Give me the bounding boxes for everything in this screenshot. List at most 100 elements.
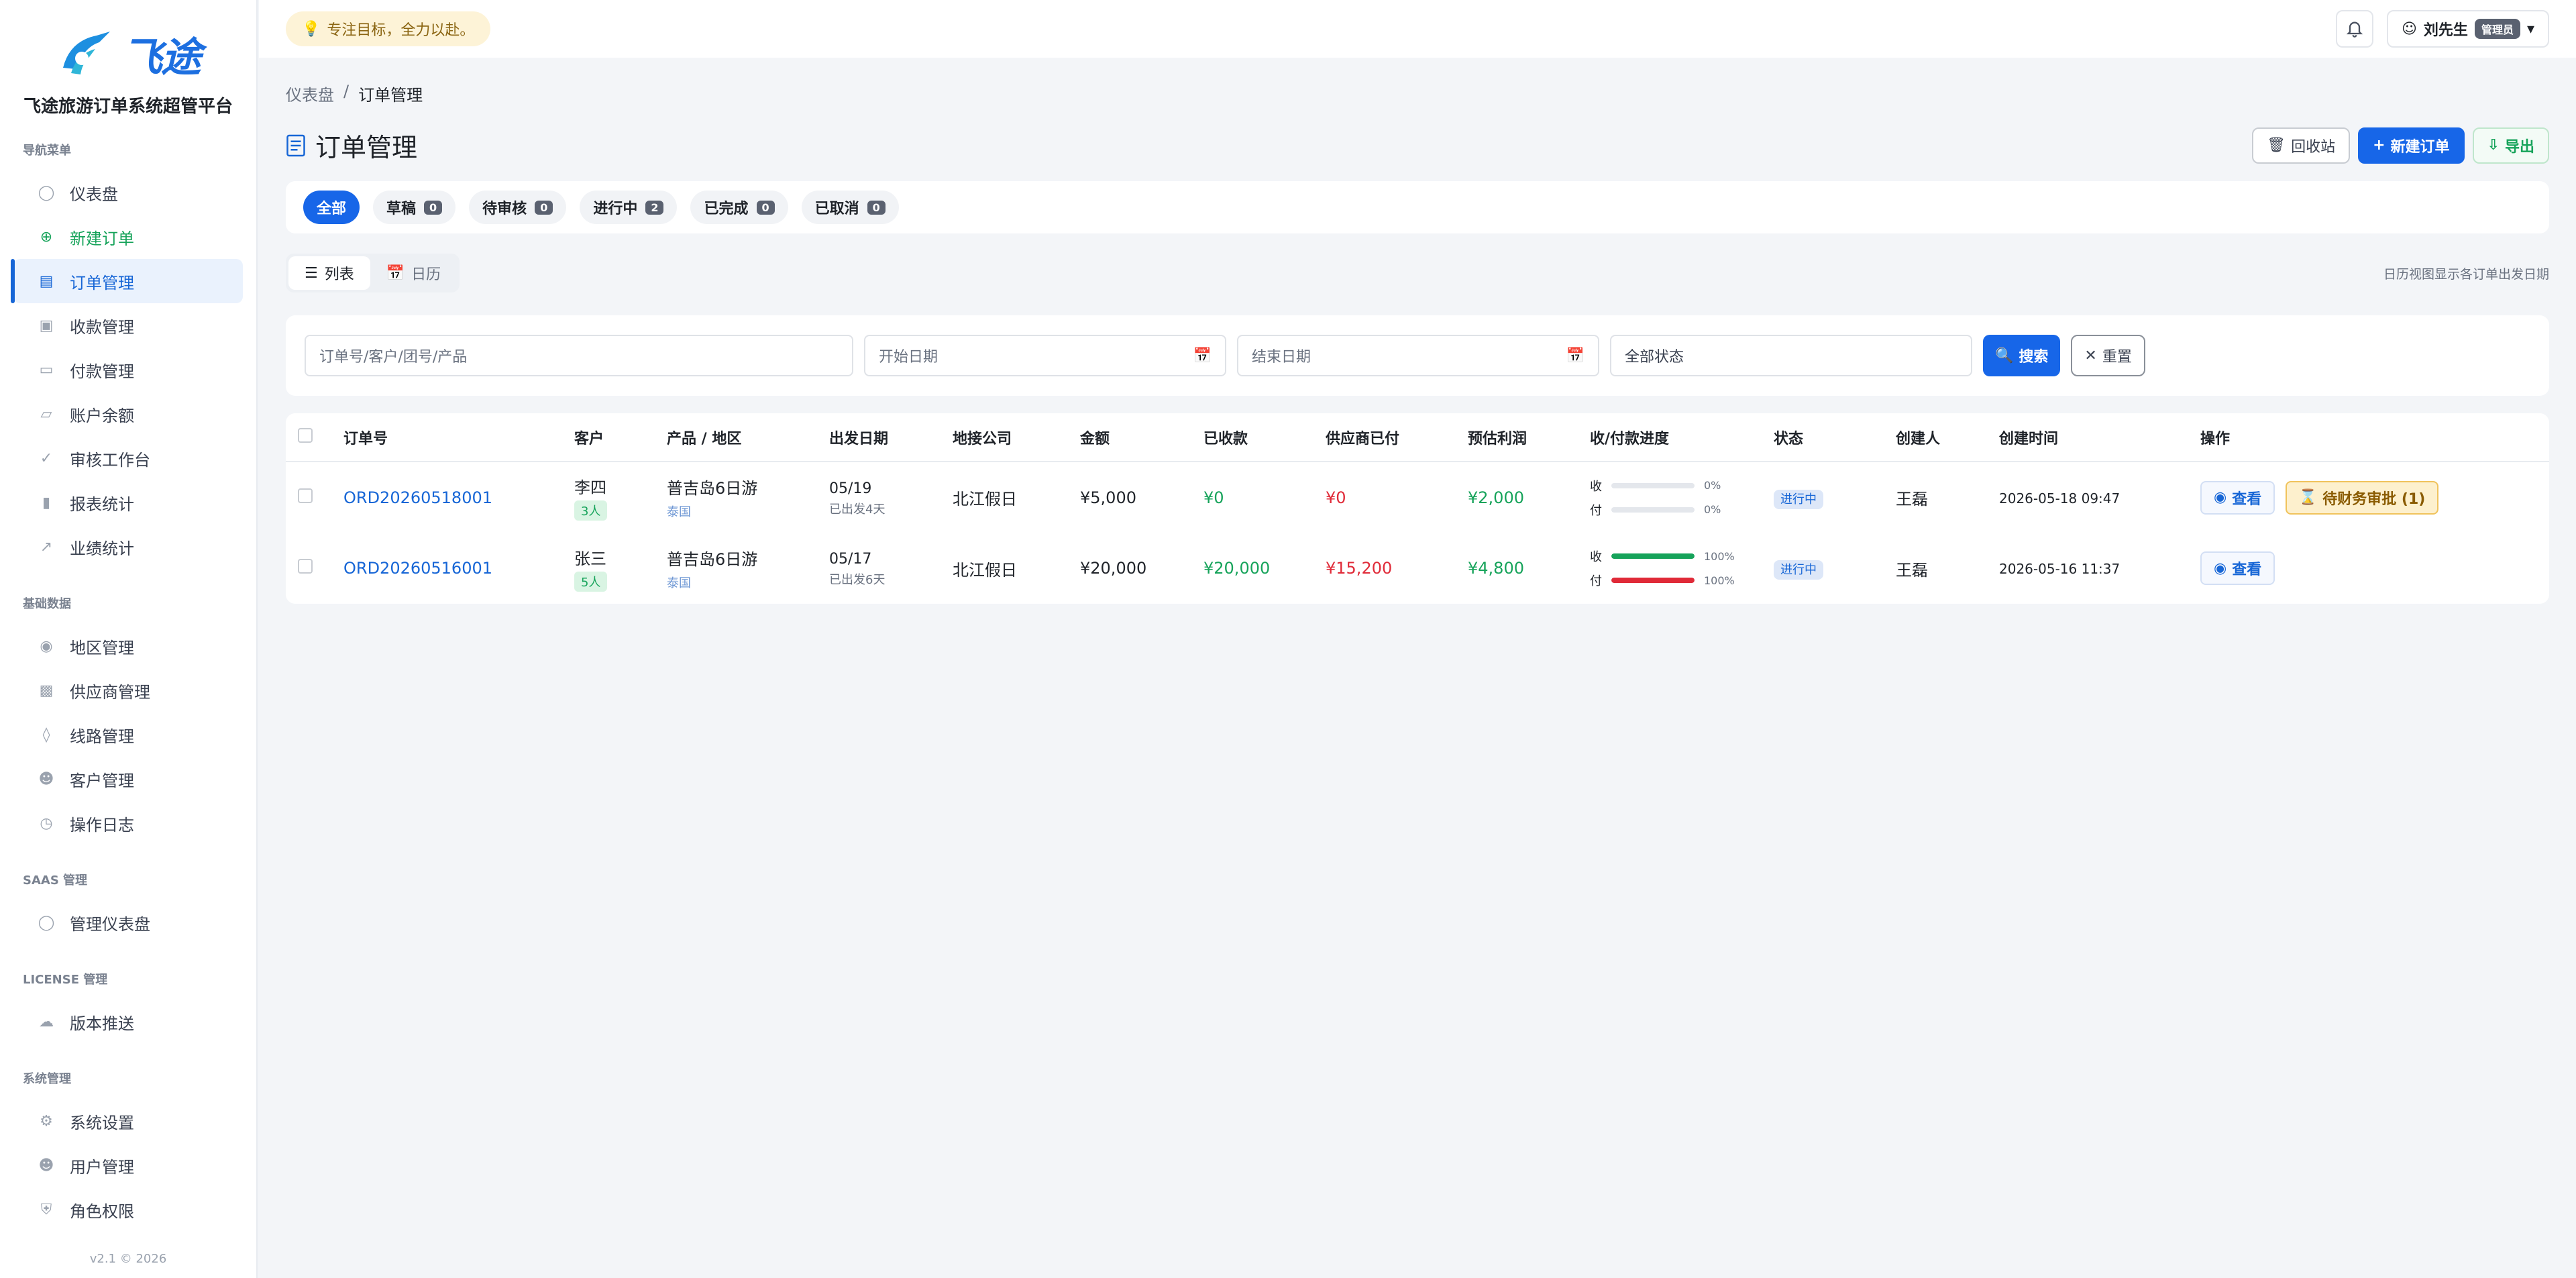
sidebar-item[interactable]: ▩ 供应商管理 <box>13 668 243 712</box>
logo-text: 飞途 <box>122 34 201 81</box>
platform-name: 飞途旅游订单系统超管平台 <box>23 96 233 117</box>
sidebar-item-label: 报表统计 <box>70 494 134 514</box>
topbar: 💡 专注目标，全力以赴。 ☺ 刘先生 管理员 ▾ <box>259 0 2576 58</box>
sidebar-item-label: 客户管理 <box>70 771 134 790</box>
status-tab[interactable]: 草稿 0 <box>373 191 456 224</box>
depart-note: 已出发4天 <box>829 502 885 517</box>
creator-name: 王磊 <box>1896 490 1928 509</box>
reset-button[interactable]: ✕ 重置 <box>2071 335 2145 376</box>
sidebar-item[interactable]: ◊ 线路管理 <box>13 712 243 757</box>
sidebar-item[interactable]: ▣ 收款管理 <box>13 303 243 348</box>
status-tab[interactable]: 已完成 0 <box>690 191 788 224</box>
sidebar-item-label: 管理仪表盘 <box>70 914 150 934</box>
pending-finance-approval-button[interactable]: ⌛ 待财务审批 (1) <box>2285 480 2439 515</box>
sidebar-item[interactable]: ✓ 审核工作台 <box>13 436 243 480</box>
sidebar-item[interactable]: ↗ 业绩统计 <box>13 525 243 569</box>
view-order-button[interactable]: ◉ 查看 <box>2200 480 2275 515</box>
order-no-link[interactable]: ORD20260516001 <box>343 559 492 578</box>
sidebar-item[interactable]: ▮ 报表统计 <box>13 480 243 525</box>
pay-progress-bar <box>1611 507 1695 513</box>
sidebar-item[interactable]: ◉ 地区管理 <box>13 624 243 668</box>
creator-name: 王磊 <box>1896 560 1928 580</box>
sidebar-item[interactable]: ▱ 账户余额 <box>13 392 243 436</box>
sidebar-item-label: 版本推送 <box>70 1014 134 1033</box>
bar-chart-icon: ▮ <box>42 494 51 511</box>
sidebar-item[interactable]: ▤ 订单管理 <box>11 259 243 303</box>
pay-progress-bar <box>1611 578 1695 583</box>
start-date-input[interactable]: 开始日期 📅 <box>864 335 1226 376</box>
status-tab[interactable]: 进行中 2 <box>580 191 678 224</box>
sidebar-item[interactable]: ☻ 用户管理 <box>13 1143 243 1187</box>
hourglass-icon: ⌛ <box>2298 489 2318 506</box>
nav-section-label: 系统管理 <box>23 1072 71 1086</box>
pay-percent: 0% <box>1704 503 1721 516</box>
sidebar-item[interactable]: ☻ 客户管理 <box>13 757 243 801</box>
recycle-bin-button[interactable]: 🗑 回收站 <box>2252 127 2351 164</box>
table-row: ORD20260516001 张三 5人 普吉岛6日游 泰国 05/17 已出发… <box>286 533 2549 604</box>
list-view-button[interactable]: ☰ 列表 <box>288 256 370 290</box>
agency-name: 北江假日 <box>953 490 1017 509</box>
view-order-button[interactable]: ◉ 查看 <box>2200 551 2275 585</box>
col-actions: 操作 <box>2200 413 2549 462</box>
sidebar-item[interactable]: ◷ 操作日志 <box>13 801 243 845</box>
supplier-paid-value: ¥0 <box>1326 488 1346 507</box>
view-label: 查看 <box>2232 562 2262 578</box>
orders-table: 订单号 客户 产品 / 地区 出发日期 地接公司 金额 已收款 供应商已付 预估… <box>286 413 2549 604</box>
sidebar-item[interactable]: ◯ 仪表盘 <box>13 170 243 215</box>
sidebar-item[interactable]: ⚙ 系统设置 <box>13 1099 243 1143</box>
status-tab-label: 待审核 <box>482 201 527 217</box>
gear-icon: ⚙ <box>40 1112 53 1130</box>
status-select[interactable]: 全部状态 <box>1610 335 1972 376</box>
select-all-checkbox[interactable] <box>298 427 313 443</box>
sidebar-item[interactable]: ⛨ 角色权限 <box>13 1187 243 1232</box>
reset-label: 重置 <box>2102 349 2132 366</box>
sidebar-item[interactable]: ▭ 付款管理 <box>13 348 243 392</box>
row-checkbox[interactable] <box>298 488 313 503</box>
keyword-search-input[interactable]: 订单号/客户/团号/产品 <box>305 335 853 376</box>
end-date-placeholder: 结束日期 <box>1252 349 1311 366</box>
folder-icon: ▱ <box>40 405 52 423</box>
status-tab-count: 0 <box>867 200 885 215</box>
eye-icon: ◉ <box>2214 489 2227 506</box>
pay-percent: 100% <box>1704 574 1735 587</box>
version-footer: v2.1 © 2026 <box>89 1252 167 1266</box>
new-order-button[interactable]: + 新建订单 <box>2358 127 2465 164</box>
logo[interactable]: 飞途 <box>56 24 201 85</box>
list-icon: ☰ <box>305 264 318 282</box>
sidebar-item-label: 账户余额 <box>70 406 134 425</box>
order-no-link[interactable]: ORD20260518001 <box>343 488 492 507</box>
calendar-icon: 📅 <box>1566 347 1585 364</box>
breadcrumb-home[interactable]: 仪表盘 <box>286 82 334 105</box>
nav-section-label: 基础数据 <box>23 597 71 611</box>
receive-progress-row: 收 100% <box>1590 547 1774 565</box>
page-actions: 🗑 回收站 + 新建订单 ⇩ 导出 <box>2252 127 2549 164</box>
user-menu-button[interactable]: ☺ 刘先生 管理员 ▾ <box>2386 10 2549 48</box>
profit-value: ¥4,800 <box>1468 559 1524 578</box>
breadcrumb: 仪表盘 / 订单管理 <box>286 82 2549 105</box>
sidebar-item[interactable]: ⊕ 新建订单 <box>13 215 243 259</box>
motto-banner: 💡 专注目标，全力以赴。 <box>286 11 491 46</box>
receive-percent: 100% <box>1704 549 1735 563</box>
notification-bell-button[interactable] <box>2335 10 2373 48</box>
search-button[interactable]: 🔍 搜索 <box>1983 335 2061 376</box>
sidebar-nav: 导航菜单 ◯ 仪表盘 ⊕ 新建订单 ▤ 订单管理 ▣ 收款管理 ▭ 付款管理 ▱ 账户余额 ✓ 审核工作台 ▮… <box>0 141 256 1232</box>
calendar-view-button[interactable]: 📅 日历 <box>370 256 457 290</box>
status-tab[interactable]: 全部 <box>303 191 360 224</box>
sidebar-item[interactable]: ◯ 管理仪表盘 <box>13 900 243 945</box>
eye-icon: ◉ <box>2214 560 2227 577</box>
row-checkbox[interactable] <box>298 559 313 574</box>
customer-name: 李四 <box>574 478 606 497</box>
status-tab-count: 0 <box>756 200 775 215</box>
status-tab[interactable]: 已取消 0 <box>801 191 899 224</box>
receive-progress-bar <box>1611 482 1695 488</box>
depart-date: 05/19 <box>829 480 872 497</box>
motto-text: 专注目标，全力以赴。 <box>327 22 475 39</box>
agency-name: 北江假日 <box>953 560 1017 580</box>
view-row: ☰ 列表 📅 日历 日历视图显示各订单出发日期 <box>286 254 2549 292</box>
status-tab[interactable]: 待审核 0 <box>469 191 567 224</box>
export-button[interactable]: ⇩ 导出 <box>2472 127 2549 164</box>
product-name: 普吉岛6日游 <box>667 549 758 569</box>
end-date-input[interactable]: 结束日期 📅 <box>1237 335 1599 376</box>
sidebar-item[interactable]: ☁ 版本推送 <box>13 1000 243 1044</box>
sidebar-item-label: 线路管理 <box>70 727 134 746</box>
